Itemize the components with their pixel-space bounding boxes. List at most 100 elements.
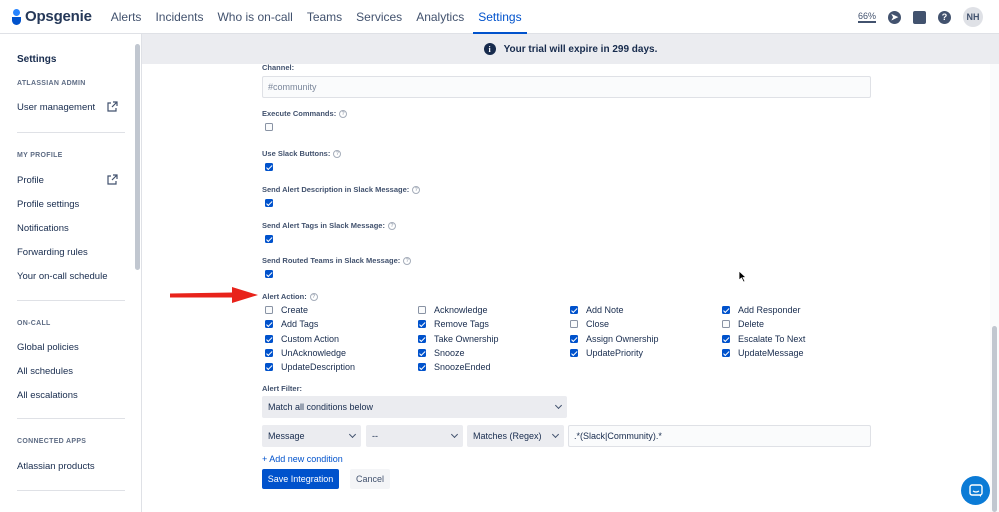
sidebar-item-on-call-schedule[interactable]: Your on-call schedule <box>17 271 108 282</box>
filter-mode-value: Match all conditions below <box>268 402 374 412</box>
top-nav: Opsgenie Alerts Incidents Who is on-call… <box>0 0 999 34</box>
sidebar-divider <box>17 132 125 133</box>
alert-action-checkbox[interactable] <box>722 335 730 343</box>
alert-action-label: UpdateMessage <box>738 348 804 358</box>
nav-analytics[interactable]: Analytics <box>409 0 471 34</box>
alert-action-checkbox[interactable] <box>570 349 578 357</box>
section-my-profile: MY PROFILE <box>17 152 63 159</box>
sidebar-item-notifications[interactable]: Notifications <box>17 223 69 234</box>
help-icon[interactable]: ? <box>403 257 412 266</box>
condition-field-select[interactable]: Message <box>262 425 361 447</box>
condition-value-input[interactable]: .*(Slack|Community).* <box>568 425 871 447</box>
filter-mode-select[interactable]: Match all conditions below <box>262 396 567 418</box>
alert-action-label: Alert Action:? <box>262 292 318 302</box>
help-icon[interactable]: ? <box>387 222 396 231</box>
sidebar-divider <box>17 490 125 491</box>
zoom-level[interactable]: 66% <box>857 11 876 23</box>
mouse-cursor-icon <box>738 270 747 283</box>
opsgenie-logo-icon <box>12 7 21 27</box>
external-link-icon[interactable] <box>106 174 118 186</box>
alert-action-checkbox[interactable] <box>570 306 578 314</box>
alert-action-label: Escalate To Next <box>738 334 806 344</box>
trial-banner-text: Your trial will expire in 299 days. <box>503 43 658 55</box>
main-scrollbar-thumb[interactable] <box>992 326 997 512</box>
sidebar-item-atlassian-products[interactable]: Atlassian products <box>17 461 95 472</box>
alert-action-checkbox[interactable] <box>570 335 578 343</box>
sidebar-item-all-schedules[interactable]: All schedules <box>17 366 73 377</box>
alert-action-checkbox[interactable] <box>265 335 273 343</box>
alert-action-checkbox[interactable] <box>722 306 730 314</box>
alert-action-label: Delete <box>738 319 765 329</box>
avatar[interactable]: NH <box>963 7 983 27</box>
trial-banner: i Your trial will expire in 299 days. <box>142 34 999 64</box>
alert-action-checkbox[interactable] <box>265 320 273 328</box>
routed-teams-label: Send Routed Teams in Slack Message:? <box>262 256 412 266</box>
alert-action-label: Create <box>281 305 309 315</box>
alert-tags-label: Send Alert Tags in Slack Message:? <box>262 221 396 231</box>
slack-buttons-label: Use Slack Buttons:? <box>262 149 342 159</box>
alert-action-checkbox[interactable] <box>265 306 273 314</box>
alert-action-checkbox[interactable] <box>265 363 273 371</box>
sidebar-divider <box>17 418 125 419</box>
nav-teams[interactable]: Teams <box>300 0 349 34</box>
add-condition-link[interactable]: + Add new condition <box>262 454 343 464</box>
alert-action-checkbox[interactable] <box>418 306 426 314</box>
alert-action-checkbox[interactable] <box>418 363 426 371</box>
opsgenie-logo[interactable]: Opsgenie <box>12 7 92 27</box>
alert-description-checkbox[interactable] <box>265 199 273 207</box>
external-link-icon[interactable] <box>106 101 118 113</box>
alert-action-label: Take Ownership <box>434 334 499 344</box>
alert-action-label: Add Note <box>586 305 624 315</box>
annotation-arrow <box>170 287 258 303</box>
alert-action-label: Snooze <box>434 348 465 358</box>
channel-input[interactable]: #community <box>262 76 871 98</box>
help-icon[interactable]: ? <box>938 10 951 24</box>
sidebar-scrollbar[interactable] <box>135 44 140 270</box>
nav-services[interactable]: Services <box>349 0 409 34</box>
help-icon[interactable]: ? <box>412 186 421 195</box>
alert-action-label: UpdateDescription <box>281 362 356 372</box>
alert-action-checkbox[interactable] <box>722 349 730 357</box>
alert-action-checkbox[interactable] <box>418 349 426 357</box>
chat-icon <box>968 483 983 497</box>
alert-action-checkbox[interactable] <box>418 320 426 328</box>
compass-icon[interactable]: ➤ <box>888 10 901 24</box>
sidebar-item-all-escalations[interactable]: All escalations <box>17 390 78 401</box>
execute-commands-checkbox[interactable] <box>265 123 273 131</box>
nav-who-is-on-call[interactable]: Who is on-call <box>210 0 299 34</box>
alert-action-checkbox[interactable] <box>418 335 426 343</box>
help-icon[interactable]: ? <box>309 293 318 302</box>
alert-action-checkbox[interactable] <box>265 349 273 357</box>
sidebar-item-forwarding-rules[interactable]: Forwarding rules <box>17 247 88 258</box>
chevron-down-icon <box>348 430 357 439</box>
sidebar-divider <box>17 300 125 301</box>
alert-action-label: Assign Ownership <box>586 334 659 344</box>
chat-support-button[interactable] <box>961 476 990 505</box>
alert-action-checkbox[interactable] <box>722 320 730 328</box>
routed-teams-checkbox[interactable] <box>265 270 273 278</box>
help-icon[interactable]: ? <box>339 110 348 119</box>
section-atlassian-admin: ATLASSIAN ADMIN <box>17 80 86 87</box>
sidebar-item-user-management[interactable]: User management <box>17 102 95 113</box>
execute-commands-label: Execute Commands:? <box>262 109 348 119</box>
nav-right: 66% ➤ ? NH <box>857 0 983 34</box>
chevron-down-icon <box>551 430 560 439</box>
nav-alerts[interactable]: Alerts <box>104 0 149 34</box>
app-switcher-icon[interactable] <box>913 10 926 24</box>
alert-action-checkbox[interactable] <box>570 320 578 328</box>
alert-tags-checkbox[interactable] <box>265 235 273 243</box>
nav-settings[interactable]: Settings <box>471 0 528 34</box>
condition-negate-select[interactable]: -- <box>366 425 463 447</box>
sidebar-item-global-policies[interactable]: Global policies <box>17 342 79 353</box>
condition-negate-value: -- <box>372 431 378 441</box>
nav-incidents[interactable]: Incidents <box>148 0 210 34</box>
cancel-button[interactable]: Cancel <box>350 469 390 489</box>
alert-action-label: UnAcknowledge <box>281 348 347 358</box>
slack-buttons-checkbox[interactable] <box>265 163 273 171</box>
sidebar-item-profile[interactable]: Profile <box>17 175 44 186</box>
sidebar-item-profile-settings[interactable]: Profile settings <box>17 199 79 210</box>
alert-action-label: Custom Action <box>281 334 340 344</box>
save-integration-button[interactable]: Save Integration <box>262 469 339 489</box>
condition-operation-select[interactable]: Matches (Regex) <box>467 425 564 447</box>
help-icon[interactable]: ? <box>333 150 342 159</box>
